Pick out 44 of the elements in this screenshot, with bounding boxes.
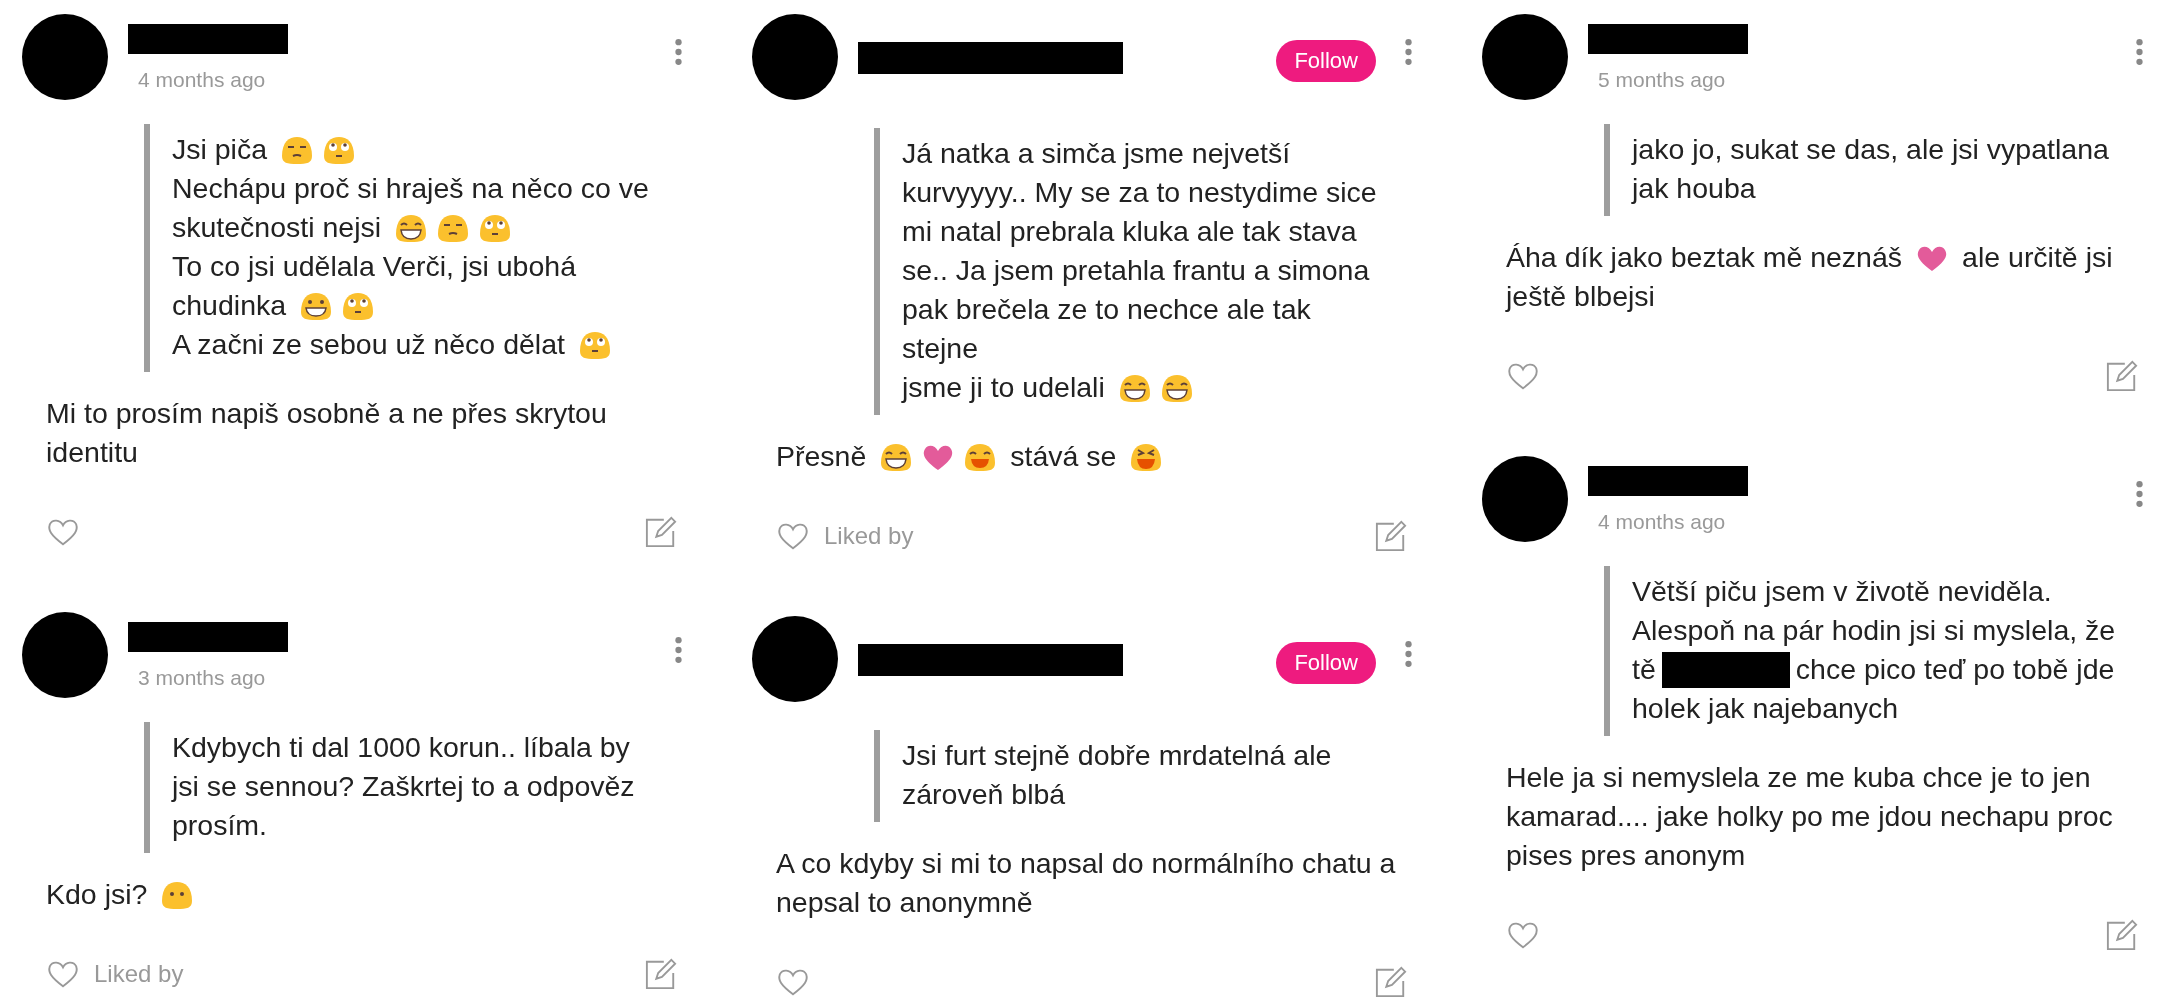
- follow-button[interactable]: Follow: [1276, 40, 1376, 82]
- question-text: chce pico teď po tobě jde: [1795, 652, 2115, 687]
- question-text: Nechápu proč si hraješ na něco co ve: [172, 172, 649, 204]
- liked-by-link[interactable]: Liked by: [94, 960, 184, 988]
- question-text: Kdybych ti dal 1000 korun.. líbala by jsi se sennou? Zaškrtej to a odpověz prosím.: [172, 731, 635, 841]
- question-text: Jsi furt stejně dobře mrdatelná ale zároveň blbá: [902, 739, 1332, 810]
- edit-icon[interactable]: [1375, 966, 1407, 998]
- edit-icon[interactable]: [1375, 520, 1407, 552]
- follow-button[interactable]: Follow: [1276, 642, 1376, 684]
- question-text: jsme ji to udelali: [902, 370, 1105, 405]
- edit-icon[interactable]: [645, 958, 677, 990]
- timestamp: 4 months ago: [1597, 510, 1727, 534]
- timestamp: 5 months ago: [1597, 68, 1727, 92]
- answer-text: ale určitě jsi: [1962, 240, 2113, 275]
- more-options-icon[interactable]: [674, 38, 683, 66]
- question-text: Větší piču jsem v životě neviděla.: [1632, 575, 2052, 607]
- answer-text: ještě blbejsi: [1506, 280, 1655, 312]
- answer-text: Přesně: [776, 439, 867, 474]
- answer-text: Áha dík jako beztak mě neznáš: [1506, 240, 1903, 275]
- timestamp: 4 months ago: [137, 68, 267, 92]
- question-text: chudinka: [172, 288, 287, 323]
- more-options-icon[interactable]: [2135, 480, 2144, 508]
- question-text: holek jak najebanych: [1632, 692, 1899, 724]
- question-text: skutečnosti nejsi: [172, 210, 382, 245]
- timestamp: 3 months ago: [137, 666, 267, 690]
- answer-text: A co kdyby si mi to napsal do normálního chatu a nepsal to anonymně: [776, 847, 1396, 918]
- question-text: Alespoň na pár hodin jsi si myslela, že: [1632, 614, 2116, 646]
- answer-text: Mi to prosím napiš osobně a ne přes skrytou identitu: [46, 397, 607, 468]
- edit-icon[interactable]: [2106, 360, 2138, 392]
- more-options-icon[interactable]: [1404, 640, 1413, 668]
- edit-icon[interactable]: [645, 516, 677, 548]
- question-text: To co jsi udělala Verči, jsi ubohá: [172, 250, 576, 282]
- answer-text: Hele ja si nemyslela ze me kuba chce je to jen kamarad.... jake holky po me jdou nechapu proc pises pres anonym: [1506, 761, 2113, 871]
- liked-by-link[interactable]: Liked by: [824, 522, 914, 550]
- question-text: jako jo, sukat se das, ale jsi vypatlana jak houba: [1632, 133, 2109, 204]
- more-options-icon[interactable]: [1404, 38, 1413, 66]
- more-options-icon[interactable]: [674, 636, 683, 664]
- more-options-icon[interactable]: [2135, 38, 2144, 66]
- edit-icon[interactable]: [2106, 919, 2138, 951]
- question-text: Jsi piča: [172, 132, 268, 167]
- answer-text: stává se: [1010, 439, 1117, 474]
- question-text: A začni ze sebou už něco dělat: [172, 327, 565, 362]
- question-text: tě: [1632, 652, 1656, 687]
- answer-text: Kdo jsi?: [46, 877, 148, 912]
